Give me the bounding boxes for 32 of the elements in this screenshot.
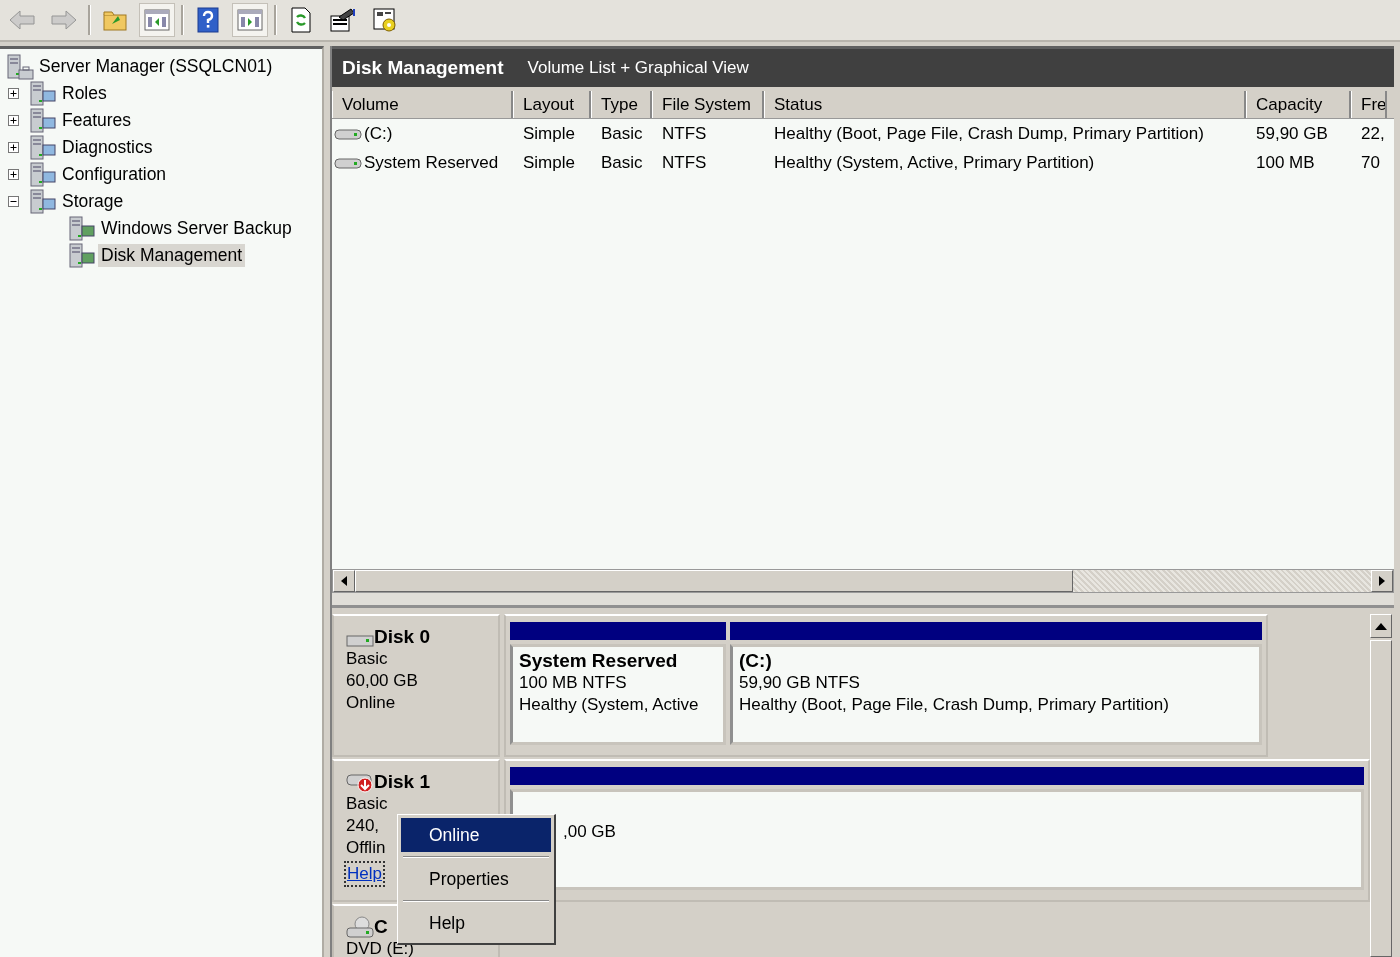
table-cell: 59,90 GB bbox=[1256, 123, 1328, 144]
table-cell: Simple bbox=[523, 152, 575, 173]
disk-detail: Basic bbox=[346, 648, 388, 670]
table-cell: Simple bbox=[523, 123, 575, 144]
table-cell: System Reserved bbox=[364, 152, 499, 173]
table-cell: Basic bbox=[601, 152, 643, 173]
table-cell: (C:) bbox=[364, 123, 393, 144]
disk-detail: 240, bbox=[346, 815, 380, 837]
panel-title: Disk Management bbox=[342, 57, 504, 79]
table-cell: NTFS bbox=[662, 152, 707, 173]
partition-detail: Healthy (System, Active bbox=[519, 694, 700, 716]
disk-name: C bbox=[374, 916, 388, 938]
partition-detail: Healthy (Boot, Page File, Crash Dump, Primary Partition) bbox=[739, 694, 1170, 716]
disk-detail: Online bbox=[346, 692, 396, 714]
disk-detail: 60,00 GB bbox=[346, 670, 418, 692]
partition-title: (C:) bbox=[739, 650, 773, 672]
disk-detail: Basic bbox=[346, 793, 388, 815]
table-cell: 70 bbox=[1361, 152, 1380, 173]
table-cell: 22, bbox=[1361, 123, 1385, 144]
view-label: Volume List + Graphical View bbox=[527, 58, 749, 78]
table-cell: 100 MB bbox=[1256, 152, 1315, 173]
disk-detail: Offlin bbox=[346, 837, 386, 859]
partition-detail: ,00 GB bbox=[562, 821, 617, 843]
partition-detail: 59,90 GB NTFS bbox=[739, 672, 861, 694]
table-cell: Healthy (System, Active, Primary Partition) bbox=[774, 152, 1095, 173]
table-cell: Healthy (Boot, Page File, Crash Dump, Primary Partition) bbox=[774, 123, 1204, 144]
table-cell: NTFS bbox=[662, 123, 707, 144]
partition-detail: 100 MB NTFS bbox=[519, 672, 628, 694]
disk-name: Disk 1 bbox=[374, 771, 430, 793]
partition-title: System Reserved bbox=[519, 650, 679, 672]
disk-name: Disk 0 bbox=[374, 626, 430, 648]
table-cell: Basic bbox=[601, 123, 643, 144]
